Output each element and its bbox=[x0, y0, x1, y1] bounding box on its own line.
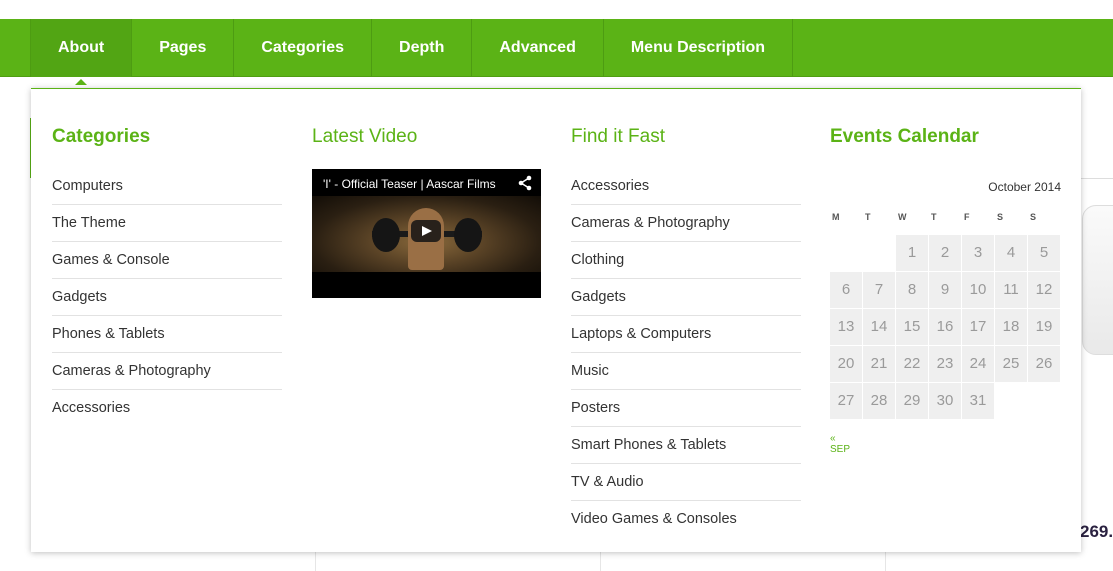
find-it-fast-link[interactable]: Laptops & Computers bbox=[571, 316, 801, 353]
video-title: 'I' - Official Teaser | Aascar Films bbox=[323, 177, 496, 191]
calendar-day-cell: 25 bbox=[995, 346, 1027, 382]
calendar-empty-cell bbox=[863, 235, 895, 271]
calendar-day-cell: 15 bbox=[896, 309, 928, 345]
calendar-day-cell: 21 bbox=[863, 346, 895, 382]
calendar-day-cell: 31 bbox=[962, 383, 994, 419]
background-column-divider bbox=[600, 552, 601, 571]
find-it-fast-link[interactable]: Clothing bbox=[571, 242, 801, 279]
categories-list: Computers The Theme Games & Console Gadgets… bbox=[52, 168, 282, 427]
share-icon[interactable] bbox=[517, 175, 533, 191]
category-link[interactable]: Cameras & Photography bbox=[52, 353, 282, 390]
categories-heading: Categories bbox=[52, 126, 151, 147]
calendar-day-cell: 29 bbox=[896, 383, 928, 419]
calendar-prev-month-link[interactable]: « SEP bbox=[830, 433, 850, 455]
find-it-fast-link[interactable]: Cameras & Photography bbox=[571, 205, 801, 242]
calendar-day-cell: 24 bbox=[962, 346, 994, 382]
calendar-day-cell: 13 bbox=[830, 309, 862, 345]
menu-item-advanced[interactable]: Advanced bbox=[472, 19, 604, 77]
category-link[interactable]: The Theme bbox=[52, 205, 282, 242]
background-price: 269. bbox=[1080, 522, 1113, 541]
find-it-fast-link[interactable]: Music bbox=[571, 353, 801, 390]
calendar-day-cell: 5 bbox=[1028, 235, 1060, 271]
events-calendar-heading: Events Calendar bbox=[830, 126, 979, 147]
calendar-day-cell: 4 bbox=[995, 235, 1027, 271]
find-it-fast-link[interactable]: Gadgets bbox=[571, 279, 801, 316]
calendar-day-cell: 2 bbox=[929, 235, 961, 271]
calendar-weekday-label: T bbox=[931, 212, 937, 222]
category-link[interactable]: Phones & Tablets bbox=[52, 316, 282, 353]
category-link[interactable]: Gadgets bbox=[52, 279, 282, 316]
calendar-weekday-label: T bbox=[865, 212, 871, 222]
menu-item-depth[interactable]: Depth bbox=[372, 19, 473, 77]
calendar-day-cell: 28 bbox=[863, 383, 895, 419]
calendar-day-cell: 17 bbox=[962, 309, 994, 345]
calendar-day-cell: 18 bbox=[995, 309, 1027, 345]
calendar-day-cell: 6 bbox=[830, 272, 862, 308]
calendar-day-cell: 12 bbox=[1028, 272, 1060, 308]
calendar-day-cell: 23 bbox=[929, 346, 961, 382]
find-it-fast-link[interactable]: Accessories bbox=[571, 168, 801, 205]
background-product-image bbox=[1082, 205, 1113, 355]
main-menu: About Pages Categories Depth Advanced Menu De… bbox=[0, 19, 1113, 77]
calendar-day-cell: 11 bbox=[995, 272, 1027, 308]
mega-menu-dropdown: Categories Computers The Theme Games & Con… bbox=[31, 88, 1081, 552]
category-link[interactable]: Accessories bbox=[52, 390, 282, 427]
find-it-fast-link[interactable]: Posters bbox=[571, 390, 801, 427]
menu-item-about[interactable]: About bbox=[30, 19, 133, 77]
find-it-fast-heading: Find it Fast bbox=[571, 126, 665, 147]
calendar-day-cell: 30 bbox=[929, 383, 961, 419]
category-link[interactable]: Computers bbox=[52, 168, 282, 205]
calendar-day-cell: 27 bbox=[830, 383, 862, 419]
find-it-fast-link[interactable]: TV & Audio bbox=[571, 464, 801, 501]
calendar-day-cell: 19 bbox=[1028, 309, 1060, 345]
menu-item-categories[interactable]: Categories bbox=[234, 19, 373, 77]
find-it-fast-list: Accessories Cameras & Photography Clothing… bbox=[571, 168, 801, 538]
background-divider bbox=[1080, 178, 1113, 179]
calendar-grid: 1 2 3 4 5 6 7 8 9 10 11 12 13 14 15 16 17 18 19 20 21 22 23 24 2… bbox=[830, 235, 1060, 419]
calendar-weekday-label: S bbox=[1030, 212, 1037, 222]
calendar-day-cell: 1 bbox=[896, 235, 928, 271]
calendar-day-cell: 26 bbox=[1028, 346, 1060, 382]
calendar-day-cell: 3 bbox=[962, 235, 994, 271]
calendar-day-cell: 9 bbox=[929, 272, 961, 308]
calendar-day-cell: 10 bbox=[962, 272, 994, 308]
calendar-day-cell: 14 bbox=[863, 309, 895, 345]
calendar-weekday-label: S bbox=[997, 212, 1004, 222]
background-column-divider bbox=[885, 552, 886, 571]
calendar-weekday-label: F bbox=[964, 212, 970, 222]
menu-item-pages[interactable]: Pages bbox=[132, 19, 235, 77]
video-player[interactable]: 'I' - Official Teaser | Aascar Films bbox=[312, 169, 541, 298]
dropdown-caret bbox=[75, 79, 87, 85]
play-button-icon[interactable] bbox=[411, 220, 441, 242]
calendar-day-cell: 8 bbox=[896, 272, 928, 308]
calendar-empty-cell bbox=[830, 235, 862, 271]
calendar-weekday-header: MTWTFSS bbox=[830, 212, 1061, 222]
category-link[interactable]: Games & Console bbox=[52, 242, 282, 279]
calendar-day-cell: 22 bbox=[896, 346, 928, 382]
calendar-weekday-label: W bbox=[898, 212, 907, 222]
calendar-weekday-label: M bbox=[832, 212, 840, 222]
find-it-fast-link[interactable]: Video Games & Consoles bbox=[571, 501, 801, 538]
find-it-fast-link[interactable]: Smart Phones & Tablets bbox=[571, 427, 801, 464]
menu-item-menu-description[interactable]: Menu Description bbox=[604, 19, 794, 77]
calendar-day-cell: 20 bbox=[830, 346, 862, 382]
latest-video-heading: Latest Video bbox=[312, 126, 418, 147]
calendar-day-cell: 16 bbox=[929, 309, 961, 345]
background-column-divider bbox=[315, 552, 316, 571]
calendar-day-cell: 7 bbox=[863, 272, 895, 308]
calendar-month-caption: October 2014 bbox=[988, 180, 1061, 194]
